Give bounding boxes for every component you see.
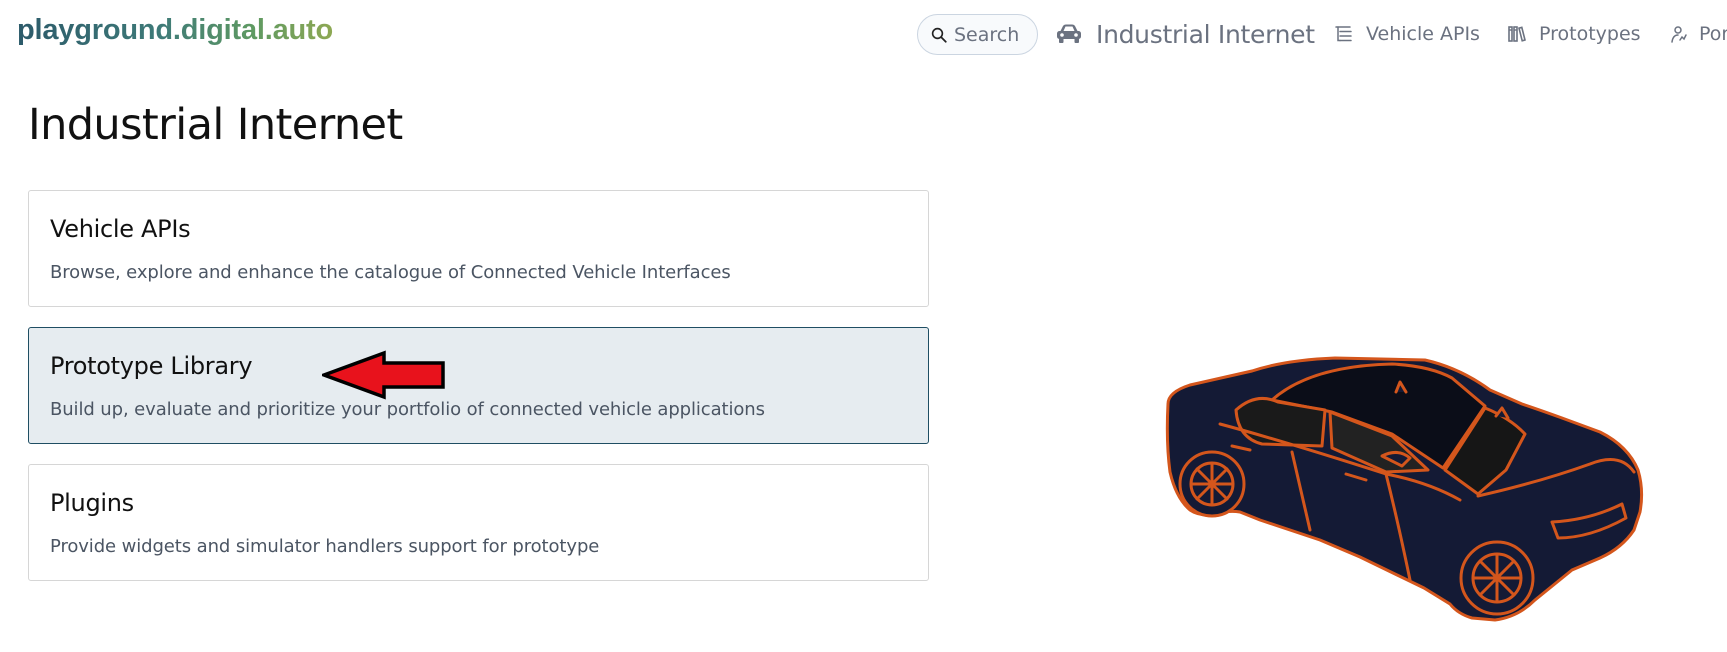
list-tree-icon: [1335, 26, 1352, 42]
card-description: Build up, evaluate and prioritize your p…: [50, 399, 765, 420]
car-icon: [1057, 24, 1081, 43]
card-plugins[interactable]: Plugins Provide widgets and simulator ha…: [28, 464, 929, 581]
nav-prototypes[interactable]: Prototypes: [1507, 18, 1641, 50]
model-name: Industrial Internet: [1096, 19, 1315, 49]
model-selector[interactable]: Industrial Internet: [1055, 14, 1315, 54]
car-illustration: [1165, 356, 1644, 622]
card-prototype-library[interactable]: Prototype Library Build up, evaluate and…: [28, 327, 929, 444]
card-description: Browse, explore and enhance the catalogu…: [50, 262, 731, 283]
nav-vehicle-apis[interactable]: Vehicle APIs: [1334, 18, 1480, 50]
nav-vehicle-apis-label: Vehicle APIs: [1366, 23, 1480, 45]
search-placeholder: Search: [954, 23, 1020, 46]
card-description: Provide widgets and simulator handlers s…: [50, 536, 600, 557]
card-title: Plugins: [50, 489, 134, 517]
nav-portfolio[interactable]: Por: [1667, 18, 1727, 50]
red-arrow-icon: [322, 350, 445, 400]
page-title: Industrial Internet: [28, 100, 403, 150]
user-chart-icon: [1671, 26, 1687, 43]
nav-portfolio-label: Por: [1699, 23, 1727, 45]
card-vehicle-apis[interactable]: Vehicle APIs Browse, explore and enhance…: [28, 190, 929, 307]
nav-prototypes-label: Prototypes: [1539, 23, 1641, 45]
search-icon: [931, 27, 947, 43]
page: playground.digital.auto Search Industria…: [0, 0, 1727, 652]
card-title: Vehicle APIs: [50, 215, 191, 243]
card-title: Prototype Library: [50, 352, 253, 380]
site-logo[interactable]: playground.digital.auto: [17, 14, 333, 47]
search-input[interactable]: Search: [917, 14, 1038, 55]
library-icon: [1508, 26, 1526, 42]
top-navbar: playground.digital.auto Search Industria…: [0, 0, 1727, 64]
